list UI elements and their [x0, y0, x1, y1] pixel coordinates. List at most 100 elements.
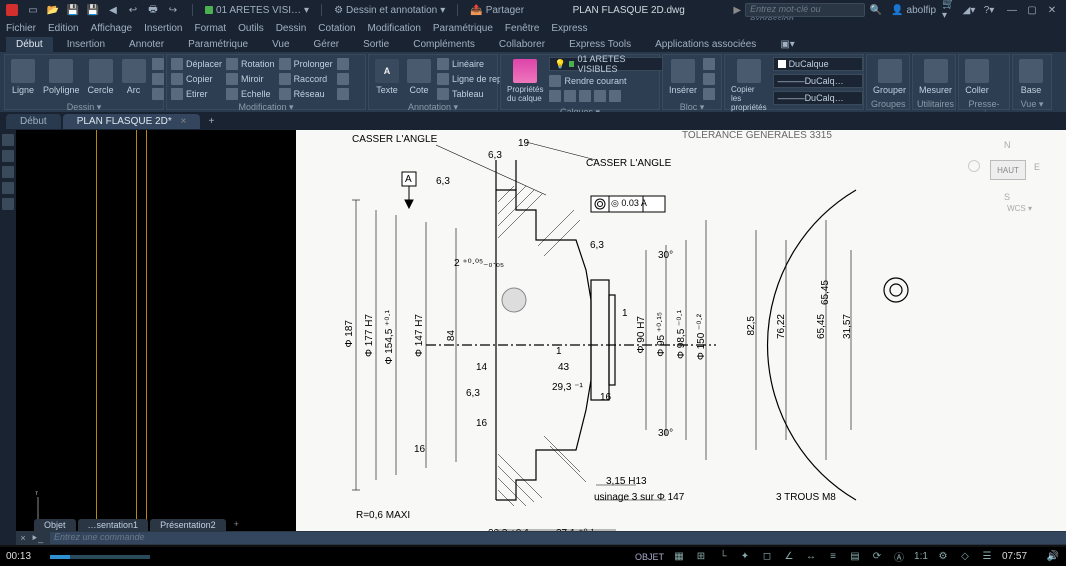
- tab-parametrique[interactable]: Paramétrique: [178, 37, 258, 52]
- help-icon[interactable]: ?▾: [982, 3, 996, 17]
- match-props-button[interactable]: Copier les propriétés: [729, 57, 769, 112]
- redo-icon[interactable]: ↩: [126, 3, 140, 17]
- status-trans-icon[interactable]: ▤: [848, 550, 862, 564]
- circle-button[interactable]: Cercle: [86, 57, 116, 97]
- layer-tool-icon[interactable]: [564, 90, 576, 102]
- doc-tab-start[interactable]: Début: [6, 114, 61, 129]
- layout-tab-1[interactable]: …sentation1: [78, 519, 149, 531]
- status-grid-icon[interactable]: ▦: [672, 550, 686, 564]
- status-scale-icon[interactable]: 1:1: [914, 550, 928, 564]
- status-track-icon[interactable]: ∠: [782, 550, 796, 564]
- menu-dessin[interactable]: Dessin: [276, 23, 307, 34]
- menu-fenetre[interactable]: Fenêtre: [505, 23, 539, 34]
- open-icon[interactable]: 📂: [46, 3, 60, 17]
- panel-title-calques[interactable]: Calques ▾: [505, 105, 655, 112]
- lineweight-dropdown[interactable]: ———DuCalq…: [773, 74, 863, 88]
- tab-annoter[interactable]: Annoter: [119, 37, 174, 52]
- command-input[interactable]: Entrez une commande: [50, 532, 1066, 544]
- new-icon[interactable]: ▭: [26, 3, 40, 17]
- tab-expresstools[interactable]: Express Tools: [559, 37, 641, 52]
- status-iso-icon[interactable]: ◇: [958, 550, 972, 564]
- tab-applications[interactable]: Applications associées: [645, 37, 766, 52]
- video-progress[interactable]: [50, 555, 150, 559]
- status-gear-icon[interactable]: ⚙: [936, 550, 950, 564]
- panel-title-annotation[interactable]: Annotation ▾: [373, 100, 493, 112]
- tool-icon[interactable]: [337, 57, 349, 70]
- status-lw-icon[interactable]: ≡: [826, 550, 840, 564]
- polyline-button[interactable]: Polyligne: [41, 57, 82, 97]
- line-button[interactable]: Ligne: [9, 57, 37, 97]
- layer-tool-icon[interactable]: [579, 90, 591, 102]
- panel-title-pressepapiers[interactable]: Presse-papiers: [963, 97, 1005, 112]
- status-dyn-icon[interactable]: ↔: [804, 550, 818, 564]
- palette-icon[interactable]: [2, 182, 14, 194]
- layer-tool-icon[interactable]: [549, 90, 561, 102]
- qat-layer-dropdown[interactable]: 01 ARETES VISI…▾: [205, 5, 309, 16]
- menu-modification[interactable]: Modification: [368, 23, 421, 34]
- tab-complements[interactable]: Compléments: [403, 37, 485, 52]
- menu-affichage[interactable]: Affichage: [91, 23, 133, 34]
- insert-block-button[interactable]: Insérer: [667, 57, 699, 97]
- move-button[interactable]: Déplacer: [171, 57, 222, 70]
- tab-vue[interactable]: Vue: [262, 37, 299, 52]
- share-button[interactable]: 📤 Partager: [470, 5, 524, 16]
- menu-insertion[interactable]: Insertion: [144, 23, 182, 34]
- status-anno-icon[interactable]: Ⓐ: [892, 550, 906, 564]
- panel-title-modification[interactable]: Modification ▾: [171, 100, 361, 112]
- status-snap-icon[interactable]: ⊞: [694, 550, 708, 564]
- cmd-arrow-icon[interactable]: ⯈_: [30, 533, 44, 544]
- tool-icon[interactable]: [152, 72, 164, 85]
- menu-fichier[interactable]: Fichier: [6, 23, 36, 34]
- status-ortho-icon[interactable]: └: [716, 550, 730, 564]
- compass-icon[interactable]: [968, 160, 980, 172]
- scale-button[interactable]: Echelle: [226, 87, 275, 100]
- menu-format[interactable]: Format: [194, 23, 226, 34]
- undo-icon[interactable]: ◀: [106, 3, 120, 17]
- saveas-icon[interactable]: 💾: [86, 3, 100, 17]
- color-dropdown[interactable]: DuCalque: [773, 57, 863, 71]
- viewcube-face[interactable]: HAUT: [990, 160, 1026, 180]
- block-tool-icon[interactable]: [703, 72, 715, 85]
- tab-insertion[interactable]: Insertion: [57, 37, 115, 52]
- redo2-icon[interactable]: ↪: [166, 3, 180, 17]
- tab-sortie[interactable]: Sortie: [353, 37, 399, 52]
- plot-icon[interactable]: 🖶: [146, 3, 160, 17]
- layer-props-button[interactable]: Propriétés du calque: [505, 57, 545, 105]
- drawing-canvas[interactable]: CASSER L'ANGLE CASSER L'ANGLE TOLERANCE …: [296, 130, 1066, 531]
- view-cube[interactable]: N S E HAUT: [976, 138, 1040, 202]
- arc-button[interactable]: Arc: [120, 57, 148, 97]
- status-polar-icon[interactable]: ✦: [738, 550, 752, 564]
- add-tab-button[interactable]: +: [202, 116, 220, 127]
- wcs-label[interactable]: WCS ▾: [1007, 204, 1032, 213]
- tab-debut[interactable]: Début: [6, 37, 53, 52]
- palette-icon[interactable]: [2, 134, 14, 146]
- make-current-button[interactable]: Rendre courant: [549, 74, 669, 87]
- status-objet[interactable]: OBJET: [635, 552, 664, 562]
- menu-parametrique[interactable]: Paramétrique: [433, 23, 493, 34]
- copy-button[interactable]: Copier: [171, 72, 222, 85]
- status-menu-icon[interactable]: ☰: [980, 550, 994, 564]
- base-view-button[interactable]: Base: [1017, 57, 1045, 97]
- mirror-button[interactable]: Miroir: [226, 72, 275, 85]
- text-button[interactable]: ATexte: [373, 57, 401, 97]
- volume-icon[interactable]: 🔊: [1046, 550, 1060, 564]
- array-button[interactable]: Réseau: [279, 87, 333, 100]
- dim-button[interactable]: Cote: [405, 57, 433, 97]
- panel-title-utilitaires[interactable]: Utilitaires ▾: [917, 97, 951, 112]
- panel-title-dessin[interactable]: Dessin ▾: [9, 100, 159, 112]
- fillet-button[interactable]: Raccord: [279, 72, 333, 85]
- panel-title-groupes[interactable]: Groupes ▾: [871, 97, 905, 112]
- layer-dropdown[interactable]: 💡 01 ARETES VISIBLES: [549, 57, 669, 71]
- tab-collaborer[interactable]: Collaborer: [489, 37, 555, 52]
- add-layout-button[interactable]: +: [228, 519, 245, 531]
- close-tab-icon[interactable]: ×: [181, 116, 187, 127]
- panel-title-vue[interactable]: Vue ▾: [1017, 97, 1047, 110]
- close-icon[interactable]: ✕: [1044, 3, 1060, 17]
- status-osnap-icon[interactable]: ◻: [760, 550, 774, 564]
- layout-tab-model[interactable]: Objet: [34, 519, 76, 531]
- tab-gerer[interactable]: Gérer: [304, 37, 350, 52]
- panel-title-bloc[interactable]: Bloc ▾: [667, 100, 717, 112]
- stretch-button[interactable]: Etirer: [171, 87, 222, 100]
- appstore-icon[interactable]: ◢▾: [962, 3, 976, 17]
- paste-button[interactable]: Coller: [963, 57, 991, 97]
